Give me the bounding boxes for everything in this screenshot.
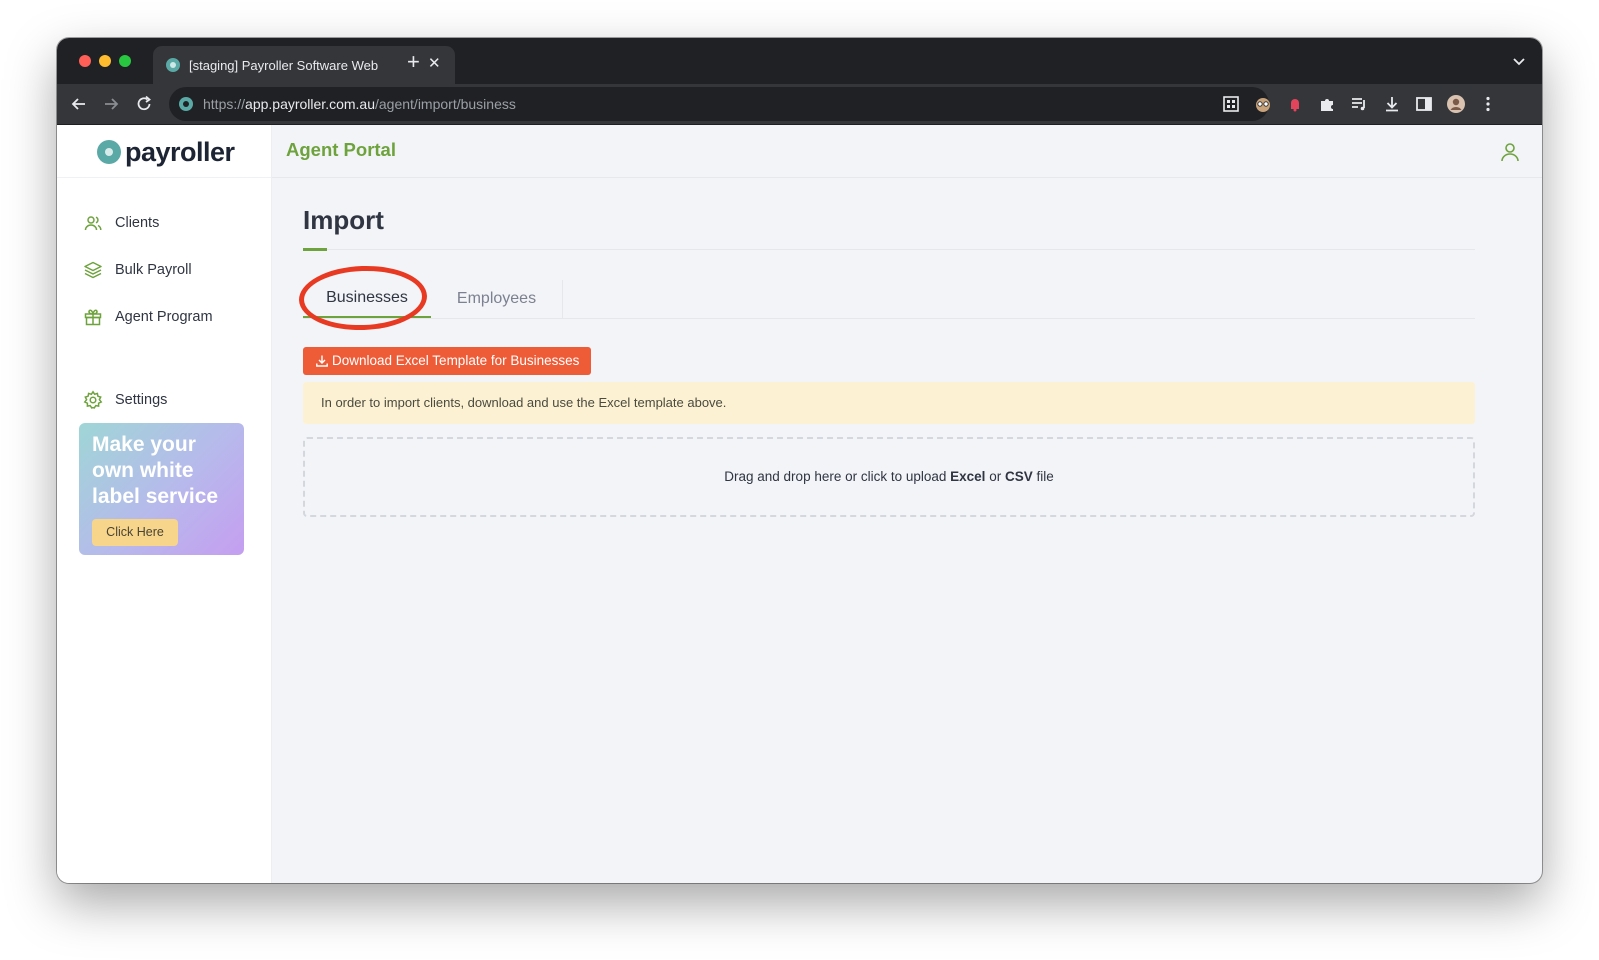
close-tab-icon[interactable]: ✕ <box>428 54 441 74</box>
sidebar-item-label: Clients <box>115 215 160 231</box>
tab-strip: [staging] Payroller Software Web ✕ + <box>57 38 1542 84</box>
white-label-promo-card[interactable]: Make your own white label service Click … <box>79 423 244 555</box>
page-title: Import <box>303 205 384 235</box>
qr-code-icon[interactable] <box>1221 94 1241 114</box>
alert-text: In order to import clients, download and… <box>321 395 727 410</box>
logo-divider <box>57 177 271 178</box>
promo-text: Make your own white label service <box>92 433 219 508</box>
back-arrow-icon[interactable] <box>69 94 89 114</box>
sidebar-item-label: Bulk Payroll <box>115 262 192 278</box>
sidebar-item-label: Agent Program <box>115 309 213 325</box>
new-tab-icon[interactable]: + <box>407 51 420 73</box>
browser-tab-title: [staging] Payroller Software Web <box>189 58 379 73</box>
portal-title: Agent Portal <box>286 139 396 160</box>
extensions-puzzle-icon[interactable] <box>1317 94 1337 114</box>
payroller-logo-icon <box>97 140 121 164</box>
side-panel-icon[interactable] <box>1414 94 1434 114</box>
red-circle-annotation <box>297 263 429 333</box>
gear-icon <box>83 390 103 409</box>
title-divider <box>303 249 1475 250</box>
user-account-icon[interactable] <box>1498 140 1522 164</box>
notification-extension-icon[interactable] <box>1285 94 1305 114</box>
layers-icon <box>84 261 102 279</box>
reload-icon[interactable] <box>134 94 154 114</box>
title-accent-bar <box>303 248 327 251</box>
file-upload-dropzone[interactable]: Drag and drop here or click to upload Ex… <box>303 437 1475 517</box>
spy-extension-icon[interactable] <box>1253 94 1273 114</box>
download-template-button[interactable]: Download Excel Template for Businesses <box>303 347 591 375</box>
url-text: https://app.payroller.com.au/agent/impor… <box>203 96 516 112</box>
users-icon <box>84 216 102 231</box>
address-bar[interactable]: https://app.payroller.com.au/agent/impor… <box>169 87 1269 121</box>
import-tabs: Businesses Employees <box>303 280 1475 319</box>
close-window-button[interactable] <box>79 55 91 67</box>
downloads-icon[interactable] <box>1382 94 1402 114</box>
gift-icon <box>84 309 102 326</box>
logo-text: payroller <box>125 137 235 167</box>
tab-search-chevron-icon[interactable] <box>1512 54 1526 68</box>
download-button-label: Download Excel Template for Businesses <box>332 353 580 368</box>
site-info-icon[interactable] <box>179 97 193 111</box>
app-header: Agent Portal <box>272 125 1542 178</box>
promo-click-here-button[interactable]: Click Here <box>92 519 178 546</box>
minimize-window-button[interactable] <box>99 55 111 67</box>
download-icon <box>316 355 328 367</box>
media-queue-icon[interactable] <box>1349 94 1369 114</box>
browser-toolbar: https://app.payroller.com.au/agent/impor… <box>57 84 1542 125</box>
zoom-window-button[interactable] <box>119 55 131 67</box>
info-alert: In order to import clients, download and… <box>303 382 1475 424</box>
sidebar-item-label: Settings <box>115 392 168 408</box>
tab-employees[interactable]: Employees <box>431 280 563 318</box>
browser-window: [staging] Payroller Software Web ✕ + htt… <box>57 38 1542 883</box>
profile-avatar-icon[interactable] <box>1446 94 1466 114</box>
sidebar: payroller Clients Bulk Payroll Agent Pro… <box>57 125 272 883</box>
dropzone-text: Drag and drop here or click to upload Ex… <box>724 469 1054 484</box>
forward-arrow-icon[interactable] <box>101 94 121 114</box>
payroller-favicon-icon <box>166 58 180 72</box>
browser-menu-icon[interactable] <box>1478 94 1498 114</box>
